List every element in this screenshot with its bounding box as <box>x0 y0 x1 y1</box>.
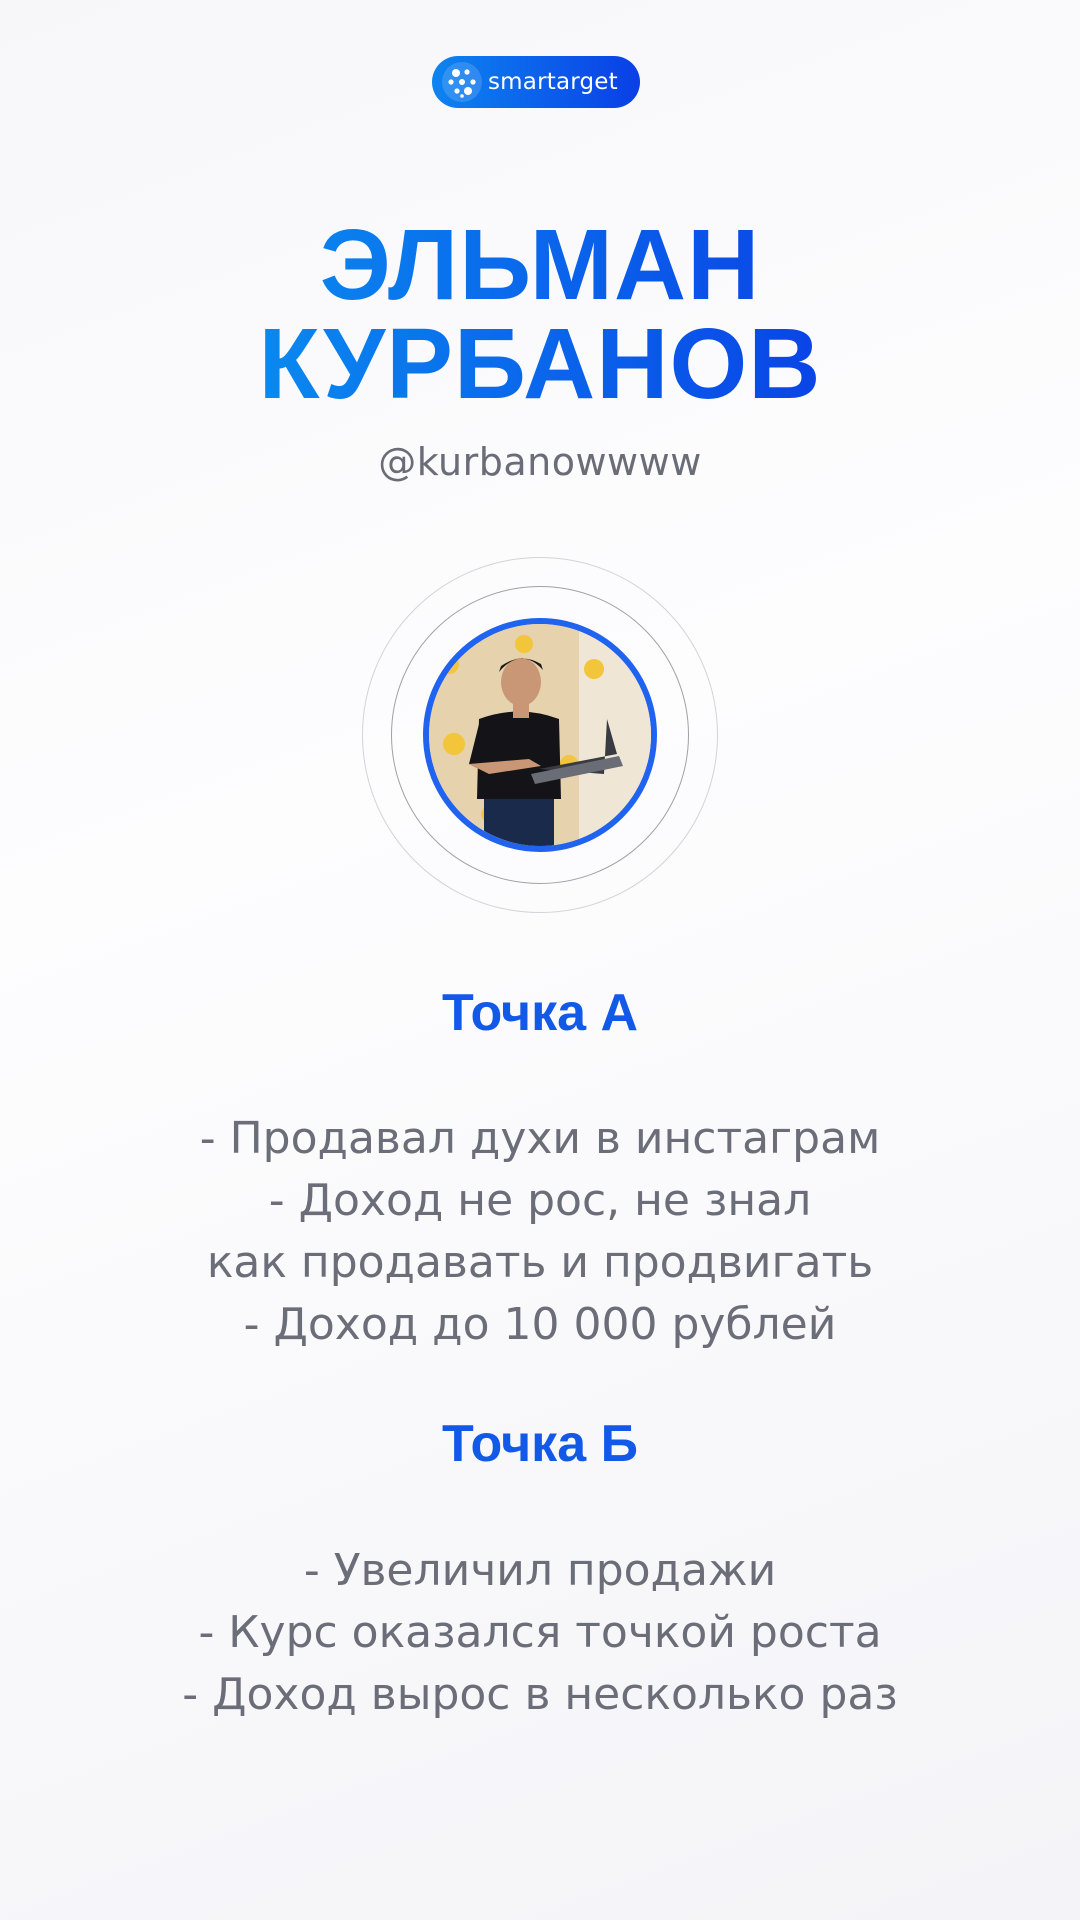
list-item: - Продавал духи в инстаграм <box>199 1113 881 1164</box>
molecule-logo-icon <box>442 62 482 102</box>
list-item: - Доход не рос, не знал <box>268 1175 812 1226</box>
brand-name: smartarget <box>488 69 618 95</box>
person-photo-icon <box>429 624 651 846</box>
list-item: - Доход до 10 000 рублей <box>243 1299 837 1350</box>
list-item: - Доход вырос в несколько раз <box>182 1669 898 1720</box>
list-item: - Увеличил продажи <box>303 1545 777 1596</box>
point-b-title: Точка Б <box>442 1415 638 1473</box>
brand-logo: smartarget <box>432 56 640 108</box>
person-last-name: КУРБАНОВ <box>0 314 1080 414</box>
list-item: как продавать и продвигать <box>206 1237 874 1288</box>
avatar <box>423 618 657 852</box>
person-first-name: ЭЛЬМАН <box>0 215 1080 315</box>
point-a-title: Точка А <box>441 984 639 1042</box>
list-item: - Курс оказался точкой роста <box>198 1607 882 1658</box>
point-a-list: - Продавал духи в инстаграм - Доход не р… <box>0 1108 1080 1356</box>
instagram-handle: @kurbanowwww <box>378 440 702 484</box>
point-b-list: - Увеличил продажи - Курс оказался точко… <box>0 1540 1080 1726</box>
